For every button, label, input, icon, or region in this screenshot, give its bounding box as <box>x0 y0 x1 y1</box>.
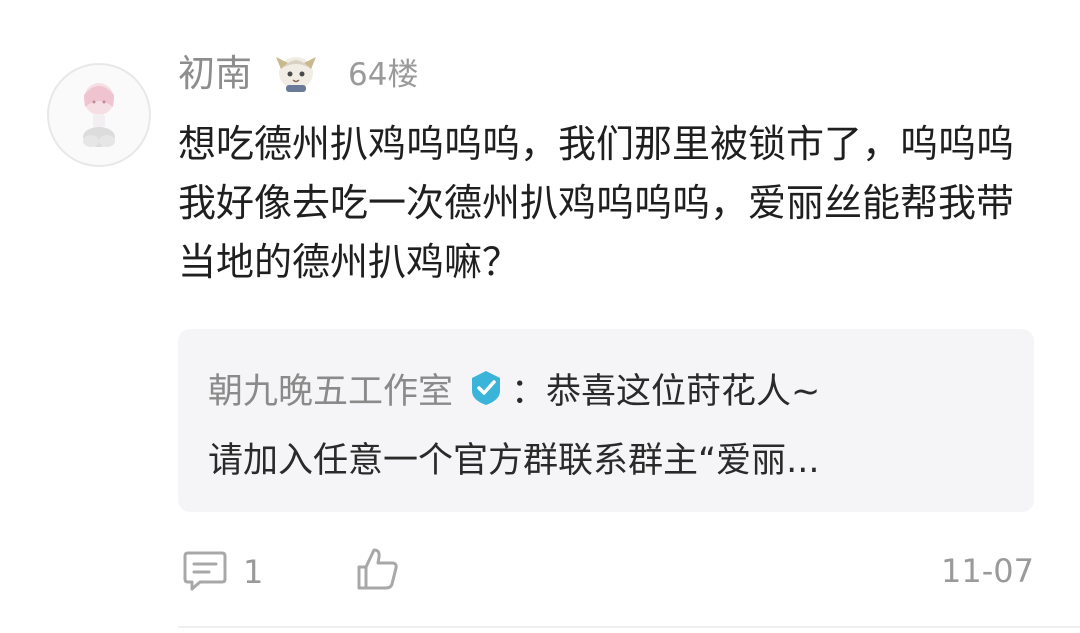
avatar[interactable] <box>47 63 151 167</box>
comment-count: 1 <box>243 553 264 591</box>
reply-text: ：恭喜这位莳花人~ <box>511 371 821 412</box>
comment-date: 11-07 <box>941 552 1034 590</box>
reply-text-continued: 请加入任意一个官方群联系群主“爱丽... <box>208 441 820 481</box>
thumbs-up-icon[interactable] <box>355 546 399 592</box>
verified-check-icon <box>472 371 501 405</box>
comment-icon[interactable] <box>182 549 228 593</box>
character-badge-icon <box>276 57 316 92</box>
comment-body: 想吃德州扒鸡呜呜呜，我们那里被锁市了，呜呜呜我好像去吃一次德州扒鸡呜呜呜，爱丽丝… <box>178 122 1015 284</box>
reply-author[interactable]: 朝九晚五工作室 <box>208 363 453 414</box>
reply-line-1: 朝九晚五工作室 ：恭喜这位莳花人~ <box>208 362 820 414</box>
anime-avatar-icon <box>83 83 115 147</box>
floor-number: 64楼 <box>348 57 419 93</box>
divider <box>178 626 1080 628</box>
username[interactable]: 初南 <box>178 48 252 100</box>
reply-box[interactable]: 朝九晚五工作室 ：恭喜这位莳花人~ 请加入任意一个官方群联系群主“爱丽... <box>178 329 1034 512</box>
